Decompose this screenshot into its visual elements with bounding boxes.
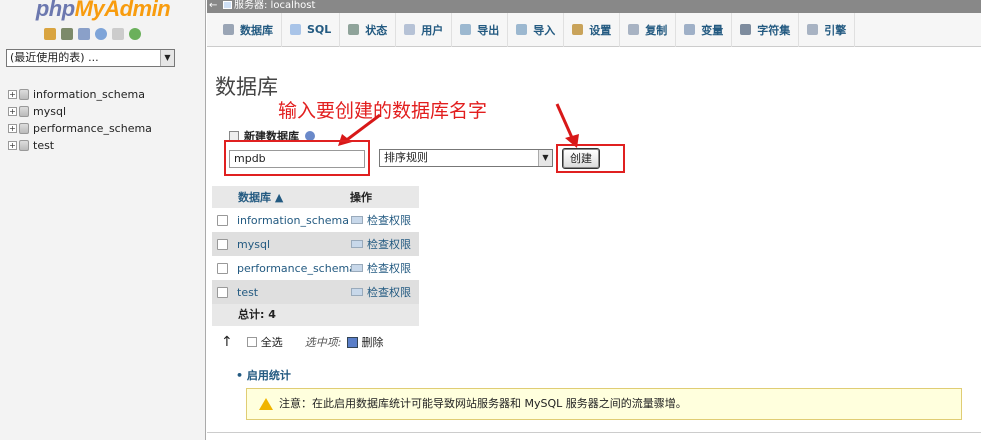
users-icon [404,24,416,35]
database-link[interactable]: test [237,286,351,299]
tab-engines[interactable]: 引擎 [799,12,856,47]
reload-icon[interactable] [129,28,141,40]
tab-variables[interactable]: 变量 [676,12,733,47]
expand-icon[interactable]: + [8,90,17,99]
tree-item-performance-schema[interactable]: + performance_schema [8,120,152,137]
sort-by-database[interactable]: 数据库 ▲ [212,189,350,205]
charset-icon [740,24,752,35]
operations-header: 操作 [350,191,372,204]
database-link[interactable]: mysql [237,238,351,251]
exit-icon[interactable] [61,28,73,40]
query-icon[interactable] [78,28,90,40]
replication-icon [628,24,640,35]
row-checkbox[interactable] [217,286,228,298]
tree-item-test[interactable]: + test [8,137,152,154]
arrow-up-icon: ↑ [221,334,233,350]
table-total: 总计: 4 [212,304,419,326]
chevron-down-icon: ▼ [538,150,552,166]
privileges-icon [351,240,363,248]
back-arrow-icon[interactable]: ← [209,0,217,12]
expand-icon[interactable]: + [8,124,17,133]
tab-status[interactable]: 状态 [340,12,397,47]
server-link[interactable]: 服务器: localhost [223,0,315,12]
select-all-checkbox[interactable] [246,337,257,347]
variables-icon [684,24,696,35]
row-checkbox[interactable] [217,262,228,274]
status-icon [348,24,360,35]
check-privileges-link[interactable]: 检查权限 [351,236,411,252]
server-breadcrumb: ← 服务器: localhost [207,0,981,13]
databases-table: 数据库 ▲ 操作 information_schema 检查权限 mysql 检… [212,186,419,326]
check-privileges-link[interactable]: 检查权限 [351,212,411,228]
table-header: 数据库 ▲ 操作 [212,186,419,208]
check-privileges-link[interactable]: 检查权限 [351,260,411,276]
delete-icon[interactable] [347,336,359,348]
tab-sql[interactable]: SQL [282,12,341,47]
navigation-panel: phpMyAdmin (最近使用的表) ... ▼ + information_s… [0,0,206,440]
home-icon[interactable] [44,28,56,40]
annotation-arrow-right [555,103,579,148]
tab-charsets[interactable]: 字符集 [732,12,800,47]
database-icon [19,123,29,134]
check-privileges-link[interactable]: 检查权限 [351,284,411,300]
docs-icon[interactable] [95,28,107,40]
server-icon [223,1,232,9]
recent-tables-select[interactable]: (最近使用的表) ... ▼ [6,49,175,67]
table-row: mysql 检查权限 [212,232,419,256]
notice-text: 注意：在此启用数据库统计可能导致网站服务器和 MySQL 服务器之间的流量骤增。 [279,397,687,410]
tab-settings[interactable]: 设置 [564,12,621,47]
wrench-icon [572,24,584,35]
chevron-down-icon: ▼ [160,50,174,66]
table-row: information_schema 检查权限 [212,208,419,232]
main-tabs: 数据库 SQL 状态 用户 导出 导入 设置 复制 变量 字符集 引擎 [207,12,981,47]
engine-icon [807,24,819,35]
tab-export[interactable]: 导出 [452,12,509,47]
tab-import[interactable]: 导入 [508,12,565,47]
database-link[interactable]: information_schema [237,214,351,227]
tab-users[interactable]: 用户 [396,12,453,47]
database-icon [19,106,29,117]
tree-item-information-schema[interactable]: + information_schema [8,86,152,103]
privileges-icon [351,264,363,272]
select-all-label[interactable]: 全选 [261,334,283,350]
phpmyadmin-logo[interactable]: phpMyAdmin [0,0,206,22]
privileges-icon [351,288,363,296]
tab-databases[interactable]: 数据库 [215,12,282,47]
bulk-actions: ↑ 全选 选中项: 删除 [221,334,383,350]
database-icon [223,24,234,35]
export-icon [460,24,472,35]
database-icon [19,89,29,100]
notice-box: 注意：在此启用数据库统计可能导致网站服务器和 MySQL 服务器之间的流量骤增。 [246,388,962,420]
database-link[interactable]: performance_schema [237,262,356,275]
page-title: 数据库 [215,75,278,99]
tab-replication[interactable]: 复制 [620,12,677,47]
create-button[interactable]: 创建 [562,148,600,169]
navigation-icons [44,28,141,40]
divider [207,432,981,433]
row-checkbox[interactable] [217,238,228,250]
table-row: performance_schema 检查权限 [212,256,419,280]
with-selected-label: 选中项: [304,336,342,349]
warning-icon [259,398,273,410]
row-checkbox[interactable] [217,214,228,226]
import-icon [516,24,528,35]
database-icon [19,140,29,151]
database-tree: + information_schema + mysql + performance_… [8,86,152,154]
collation-select[interactable]: 排序规则 ▼ [379,149,553,167]
table-row: test 检查权限 [212,280,419,304]
delete-button[interactable]: 删除 [361,334,383,350]
tree-item-mysql[interactable]: + mysql [8,103,152,120]
enable-statistics-link[interactable]: • 启用统计 [236,367,291,383]
privileges-icon [351,216,363,224]
database-name-input[interactable]: mpdb [229,150,365,168]
sql-icon [290,24,301,35]
expand-icon[interactable]: + [8,107,17,116]
page-icon[interactable] [112,28,124,40]
expand-icon[interactable]: + [8,141,17,150]
